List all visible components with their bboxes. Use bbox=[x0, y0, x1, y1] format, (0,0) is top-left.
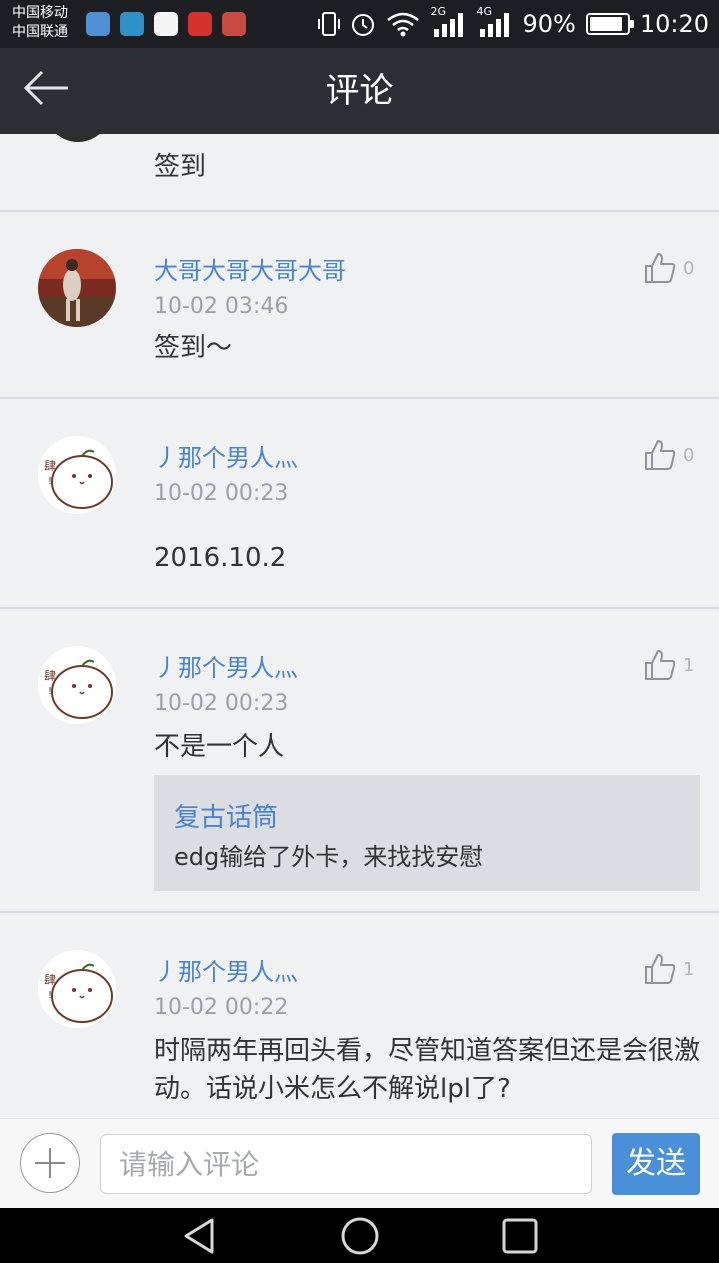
system-nav-bar bbox=[0, 1208, 719, 1263]
battery-percent: 90% bbox=[522, 10, 576, 38]
like-button[interactable]: 0 bbox=[643, 248, 703, 288]
thumbs-up-icon bbox=[645, 253, 676, 283]
comment-text: 签到 bbox=[154, 152, 207, 182]
username-link[interactable]: 丿那个男人灬 bbox=[154, 648, 298, 683]
signal-4g-icon: 4G bbox=[476, 5, 512, 39]
quoted-username[interactable]: 复古话筒 bbox=[174, 797, 278, 834]
signal-2g-icon: 2G bbox=[430, 5, 466, 39]
svg-text:肆: 肆 bbox=[44, 669, 56, 683]
browser-app-icon bbox=[86, 12, 110, 36]
toutiao-app-icon bbox=[188, 12, 212, 36]
carrier-info: 中国移动 中国联通 bbox=[12, 4, 68, 42]
avatar[interactable] bbox=[38, 249, 116, 327]
svg-text:!: ! bbox=[48, 476, 52, 487]
notification-icons bbox=[86, 12, 246, 36]
avatar[interactable] bbox=[42, 134, 114, 142]
nav-home-button[interactable] bbox=[340, 1216, 380, 1256]
cartoon-bun-avatar: 肆 ! bbox=[38, 436, 116, 514]
like-count: 1 bbox=[683, 958, 695, 980]
comment-time: 10-02 00:23 bbox=[154, 691, 289, 716]
comment-time: 10-02 00:23 bbox=[154, 481, 289, 506]
comment-text: 2016.10.2 bbox=[154, 543, 287, 573]
like-count: 0 bbox=[683, 444, 695, 466]
like-count: 0 bbox=[683, 257, 695, 279]
list-item: 签到 bbox=[0, 134, 719, 212]
like-button[interactable]: 1 bbox=[643, 949, 703, 989]
clock: 10:20 bbox=[639, 10, 709, 38]
svg-text:肆: 肆 bbox=[44, 973, 56, 987]
quoted-reply[interactable]: 复古话筒 edg输给了外卡，来找找安慰 bbox=[154, 775, 700, 891]
comment-text: 不是一个人 bbox=[154, 732, 285, 762]
cartoon-bun-avatar: 肆 ! bbox=[38, 950, 116, 1028]
like-button[interactable]: 1 bbox=[643, 645, 703, 685]
list-item: 大哥大哥大哥大哥 10-02 03:46 签到～ 0 bbox=[0, 212, 719, 399]
nav-recents-button[interactable] bbox=[500, 1216, 540, 1256]
comment-input[interactable] bbox=[100, 1134, 592, 1194]
title-bar: 评论 bbox=[0, 48, 719, 134]
quoted-text: edg输给了外卡，来找找安慰 bbox=[174, 843, 484, 871]
comment-time: 10-02 00:22 bbox=[154, 995, 289, 1020]
triangle-back-icon bbox=[184, 1218, 214, 1254]
square-recents-icon bbox=[502, 1218, 538, 1254]
comment-text: 签到～ bbox=[154, 333, 233, 363]
cartoon-bun-avatar: 肆 ! bbox=[38, 646, 116, 724]
carrier-1: 中国移动 bbox=[12, 5, 68, 21]
message-app-icon bbox=[120, 12, 144, 36]
avatar[interactable]: 肆 ! bbox=[38, 646, 116, 724]
add-attachment-button[interactable] bbox=[20, 1133, 80, 1193]
comment-time: 10-02 03:46 bbox=[154, 294, 289, 319]
status-bar: 中国移动 中国联通 2G 4G 90% 10:20 bbox=[0, 0, 719, 48]
list-item: 肆 ! 丿那个男人灬 10-02 00:23 2016.10.2 0 bbox=[0, 399, 719, 609]
comment-text: 时隔两年再回头看，尽管知道答案但还是会很激动。话说小米怎么不解说lpl了? bbox=[154, 1036, 701, 1104]
svg-text:!: ! bbox=[48, 686, 52, 697]
nav-back-button[interactable] bbox=[180, 1216, 220, 1256]
alarm-icon bbox=[352, 14, 375, 36]
thumbs-up-icon bbox=[645, 440, 676, 470]
carrier-2: 中国联通 bbox=[12, 24, 68, 40]
comment-input-bar: 发送 bbox=[0, 1118, 719, 1208]
huawei-app-icon bbox=[222, 12, 246, 36]
avatar[interactable]: 肆 ! bbox=[38, 436, 116, 514]
vibrate-icon bbox=[318, 12, 341, 36]
list-item: 肆 ! 丿那个男人灬 10-02 00:23 不是一个人 1 复古话筒 edg输… bbox=[0, 609, 719, 913]
qq-app-icon bbox=[154, 12, 178, 36]
svg-text:肆: 肆 bbox=[44, 459, 56, 473]
like-count: 1 bbox=[683, 654, 695, 676]
send-button[interactable]: 发送 bbox=[612, 1133, 700, 1195]
username-link[interactable]: 丿那个男人灬 bbox=[154, 438, 298, 473]
thumbs-up-icon bbox=[645, 954, 676, 984]
svg-text:!: ! bbox=[48, 990, 52, 1001]
like-button[interactable]: 0 bbox=[643, 435, 703, 475]
wifi-icon bbox=[387, 12, 420, 37]
battery-icon bbox=[585, 13, 634, 35]
thumbs-up-icon bbox=[645, 650, 676, 680]
page-title: 评论 bbox=[325, 71, 394, 111]
list-item: 肆 ! 丿那个男人灬 10-02 00:22 时隔两年再回头看，尽管知道答案但还… bbox=[0, 913, 719, 1118]
avatar[interactable]: 肆 ! bbox=[38, 950, 116, 1028]
comment-list[interactable]: 签到 大哥大哥大哥大哥 10-02 03:46 签到～ 0 肆 ! 丿那个男人灬… bbox=[0, 134, 719, 1118]
circle-home-icon bbox=[341, 1217, 379, 1255]
status-indicators: 2G 4G 90% 10:20 bbox=[318, 0, 709, 48]
username-link[interactable]: 丿那个男人灬 bbox=[154, 952, 298, 987]
username-link[interactable]: 大哥大哥大哥大哥 bbox=[154, 251, 346, 286]
